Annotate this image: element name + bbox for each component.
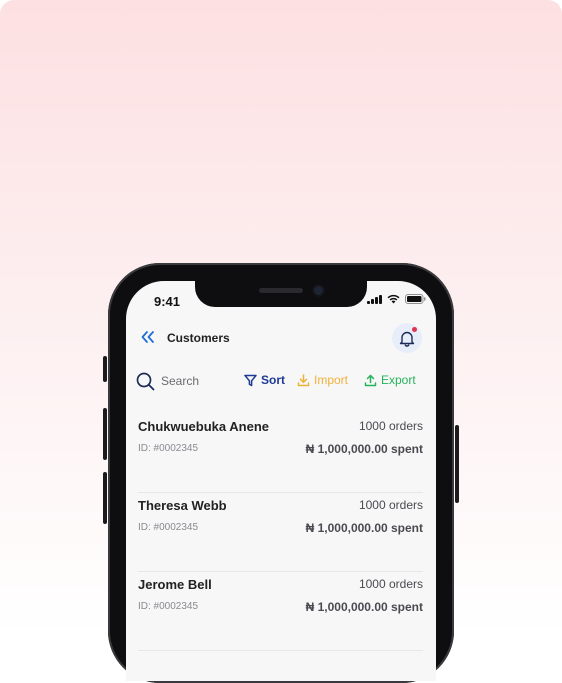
amount-spent: ₦ 1,000,000.00 spent [305, 442, 423, 456]
import-button[interactable]: Import [297, 373, 348, 387]
customer-id: ID: #0002345 [138, 601, 199, 612]
notification-badge [412, 327, 417, 332]
phone-screen: 9:41 Customers Search Sort Import Export… [126, 281, 436, 681]
customer-id: ID: #0002345 [138, 443, 199, 454]
phone-volume-up [103, 408, 107, 460]
bell-icon [399, 331, 415, 347]
double-chevron-left-icon[interactable] [140, 330, 156, 344]
import-label: Import [314, 373, 349, 387]
export-label: Export [381, 373, 416, 387]
upload-icon [364, 374, 377, 386]
search-input[interactable]: Search [161, 374, 199, 388]
customer-name: Jerome Bell [138, 577, 212, 592]
camera-icon [314, 286, 323, 295]
customer-row[interactable]: Jerome Bell 1000 orders ID: #0002345 ₦ 1… [138, 572, 423, 651]
wifi-icon [387, 294, 400, 304]
customer-row[interactable]: Chukwuebuka Anene 1000 orders ID: #00023… [138, 414, 423, 493]
download-icon [297, 373, 310, 386]
speaker-grille [259, 288, 303, 293]
amount-spent: ₦ 1,000,000.00 spent [305, 600, 423, 614]
customer-id: ID: #0002345 [138, 522, 199, 533]
sort-label: Sort [261, 373, 285, 387]
filter-icon [244, 374, 257, 386]
toolbar: Search Sort Import Export [126, 369, 436, 395]
notch [195, 281, 367, 307]
order-count: 1000 orders [358, 577, 423, 591]
app-header: Customers [126, 323, 436, 353]
customer-name: Chukwuebuka Anene [138, 419, 269, 434]
phone-volume-down [103, 472, 107, 524]
customer-name: Theresa Webb [138, 498, 227, 513]
customer-list: Chukwuebuka Anene 1000 orders ID: #00023… [138, 414, 423, 651]
phone-power-button [455, 425, 459, 503]
search-icon[interactable] [136, 372, 155, 391]
order-count: 1000 orders [358, 498, 423, 512]
customer-row[interactable]: Theresa Webb 1000 orders ID: #0002345 ₦ … [138, 493, 423, 572]
phone-mute-switch [103, 356, 107, 382]
status-icons [367, 294, 426, 304]
export-button[interactable]: Export [364, 373, 416, 387]
battery-icon [405, 294, 426, 304]
page-title: Customers [167, 331, 230, 345]
amount-spent: ₦ 1,000,000.00 spent [305, 521, 423, 535]
signal-icon [367, 295, 382, 304]
sort-button[interactable]: Sort [244, 373, 285, 387]
notifications-button[interactable] [392, 323, 422, 353]
status-time: 9:41 [154, 294, 181, 309]
order-count: 1000 orders [358, 419, 423, 433]
